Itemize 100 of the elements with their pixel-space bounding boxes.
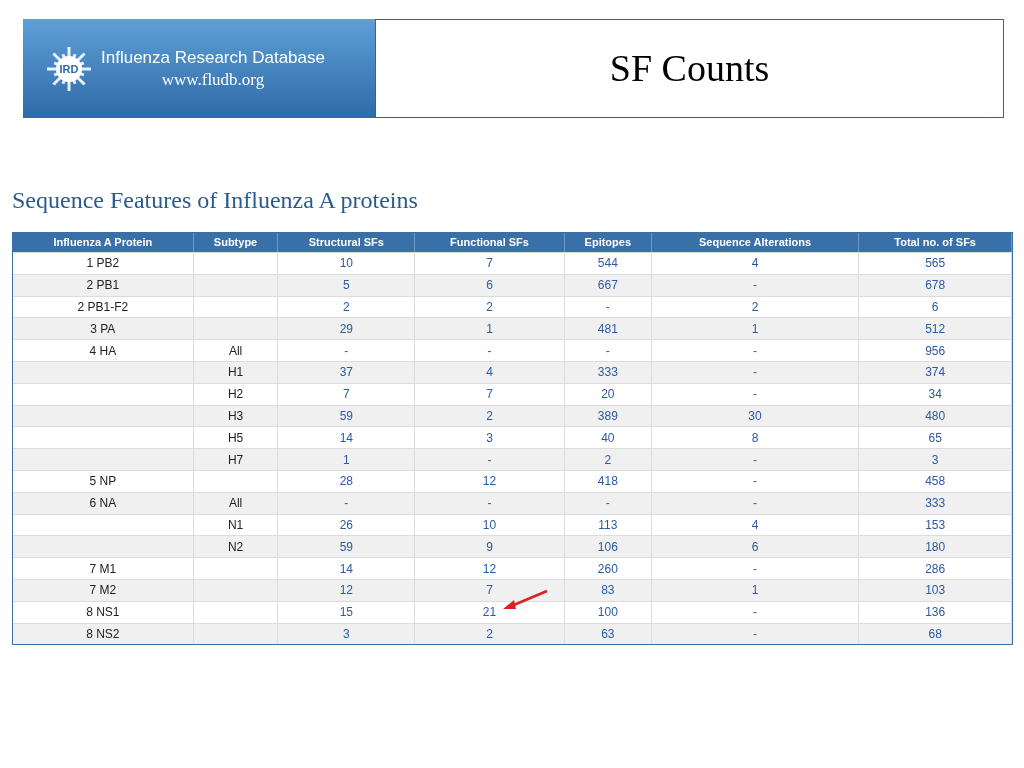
table-cell-text: All: [228, 495, 243, 513]
table-cell-text: 7 M1: [89, 560, 117, 578]
table-cell-text: 59: [339, 407, 353, 425]
table-cell-text: 8 NS1: [86, 604, 120, 622]
table-cell-text: 9: [486, 538, 493, 556]
table-cell-text: 4: [751, 255, 759, 273]
table-cell-text: H1: [227, 364, 244, 382]
table-cell-text: 3: [343, 625, 350, 643]
table-cell-text: 7 M2: [89, 582, 117, 600]
table-cell-text: 458: [925, 473, 946, 491]
banner-name: Influenza Research Database: [101, 47, 325, 69]
table-cell-text: -: [753, 473, 757, 491]
table-cell-text: 512: [925, 320, 946, 338]
table-cell-text: 374: [925, 364, 946, 382]
table-cell-text: 103: [925, 582, 946, 600]
table-cell-text: 667: [597, 277, 618, 295]
table-cell-text: -: [344, 342, 349, 360]
table-cell-text: 8 NS2: [86, 625, 120, 643]
table-cell-text: 29: [339, 320, 353, 338]
table-cell-text: 21: [482, 604, 497, 622]
table-cell-text: 68: [928, 625, 942, 643]
table-cell-text: 6: [931, 299, 939, 316]
table-cell-text: 59: [339, 538, 353, 556]
table-cell-text: 2: [604, 451, 612, 469]
table-cell-text: 2 PB1-F2: [77, 299, 129, 316]
table-cell-text: H5: [227, 429, 244, 447]
table-cell-text: 333: [597, 364, 618, 382]
table-cell-text: 6 NA: [89, 495, 117, 513]
table-cell-text: 153: [925, 516, 946, 534]
table-cell-text: -: [605, 342, 610, 360]
table-cell-text: 4 HA: [89, 342, 117, 360]
table-cell-text: 7: [486, 255, 493, 273]
table-cell-text: 106: [597, 538, 618, 556]
table-cell-text: All: [228, 342, 243, 360]
table-cell-text: 2: [343, 299, 350, 316]
table-cell-text: 10: [482, 516, 497, 534]
table-cell-text: 30: [748, 407, 762, 425]
table-cell-text: 1: [343, 451, 350, 469]
table-cell-text: 286: [925, 560, 946, 578]
table-cell-text: 1: [751, 320, 759, 338]
table-cell-text: 28: [339, 473, 353, 491]
table-cell-text: 2 PB1: [86, 277, 120, 295]
table-cell-text: 956: [925, 342, 946, 360]
table-cell-text: 1 PB2: [86, 255, 120, 273]
table-cell-text: 2: [751, 299, 759, 316]
table-cell-text: 40: [601, 429, 615, 447]
table-cell-text: 333: [925, 495, 946, 513]
table-cell-text: 544: [597, 255, 618, 273]
table-cell-text: 418: [597, 473, 618, 491]
arrow-icon: [501, 588, 550, 611]
table-cell-text: H3: [227, 407, 244, 425]
table-cell-text: 2: [486, 299, 493, 316]
table-cell-text: 678: [925, 277, 946, 295]
table-cell-text: 6: [486, 277, 493, 295]
table-cell-text: -: [753, 560, 757, 578]
table-cell-text: 4: [486, 364, 493, 382]
table-cell-text: 3 PA: [90, 320, 116, 338]
table-cell-text: 10: [339, 255, 353, 273]
table-cell-text: 1: [751, 582, 759, 600]
table-cell-text: 7: [486, 582, 493, 600]
table-cell-text: 3: [486, 429, 493, 447]
slide-title: SF Counts: [609, 46, 770, 91]
table-cell-text: 63: [601, 625, 615, 643]
table-cell-text: -: [753, 386, 757, 404]
table-cell-text: 20: [601, 386, 615, 404]
table-cell-text: 37: [339, 364, 353, 382]
table-cell-text: 12: [482, 473, 497, 491]
table-cell-text: 180: [925, 538, 946, 556]
table-cell-text: -: [753, 277, 757, 295]
table-cell-text: 2: [486, 407, 493, 425]
table-cell-text: 65: [928, 429, 942, 447]
table-cell-text: 136: [925, 604, 946, 622]
table-cell-text: 34: [928, 386, 942, 404]
table-cell-text: 12: [339, 582, 353, 600]
table-cell-text: 8: [751, 429, 759, 447]
table-cell-text: 100: [597, 604, 618, 622]
table-cell-text: 6: [751, 538, 759, 556]
table-cell-text: -: [605, 299, 610, 316]
table-cell-text: H2: [227, 386, 244, 404]
table-cell-text: 83: [601, 582, 615, 600]
table-cell-text: 3: [931, 451, 939, 469]
table-cell-text: -: [753, 342, 757, 360]
table-cell-text: -: [753, 625, 757, 643]
table-cell-text: 7: [486, 386, 493, 404]
table-cell-text: 113: [598, 516, 618, 534]
banner-url: www.fludb.org: [161, 68, 265, 90]
table-cell-text: 4: [751, 516, 759, 534]
table-cell-text: 14: [339, 560, 353, 578]
table-cell-text: 389: [597, 407, 618, 425]
section-title: Sequence Features of Influenza A proteins: [12, 186, 418, 215]
table-cell-text: 7: [343, 386, 350, 404]
table-cell-text: H7: [227, 451, 244, 469]
table-cell-text: 481: [597, 320, 618, 338]
table-cell-text: 1: [486, 320, 493, 338]
table-cell-text: -: [487, 495, 492, 513]
table-cell-text: 565: [925, 255, 946, 273]
table-cell-text: N2: [227, 538, 244, 556]
table-cell-text: -: [753, 604, 757, 622]
table-cell-text: 480: [925, 407, 946, 425]
table-cell-text: 5: [343, 277, 350, 295]
